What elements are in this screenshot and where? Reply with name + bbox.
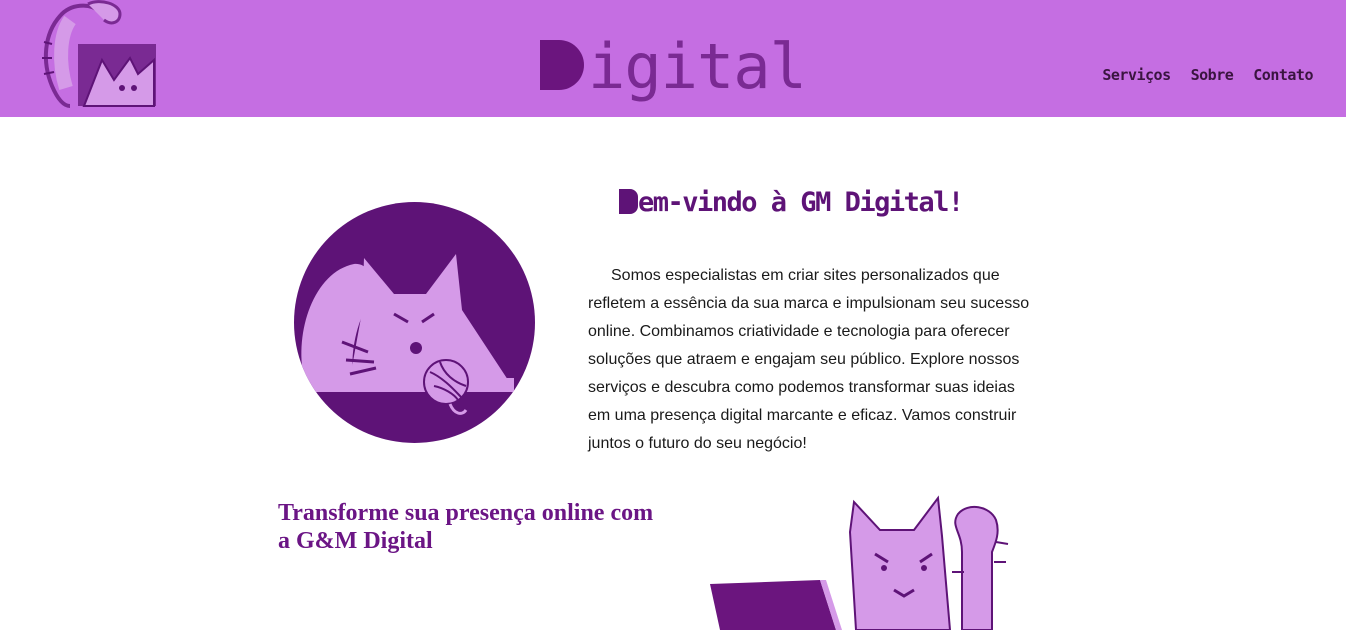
cat-with-laptop-icon <box>710 495 1009 630</box>
title-text: em-vindo à GM Digital! <box>638 187 964 218</box>
intro-paragraph: Somos especialistas em criar sites perso… <box>588 267 1030 452</box>
cat-with-yarn-icon <box>294 202 535 443</box>
brand-initial-block: D <box>540 40 584 90</box>
nav-item-contato[interactable]: Contato <box>1253 66 1313 84</box>
gm-cat-logo-icon[interactable] <box>30 0 165 112</box>
site-brand[interactable]: Digital <box>540 27 807 107</box>
nav-item-sobre[interactable]: Sobre <box>1191 66 1234 84</box>
main-nav: Serviços Sobre Contato <box>1102 66 1313 84</box>
secondary-heading: Transforme sua presença online com a G&M… <box>278 500 654 554</box>
page-title: Bem-vindo à GM Digital! <box>619 181 964 225</box>
brand-text: igital <box>588 30 807 103</box>
title-initial-block: B <box>619 189 638 214</box>
site-header: Digital Serviços Sobre Contato <box>0 0 1346 117</box>
nav-item-servicos[interactable]: Serviços <box>1102 66 1171 84</box>
